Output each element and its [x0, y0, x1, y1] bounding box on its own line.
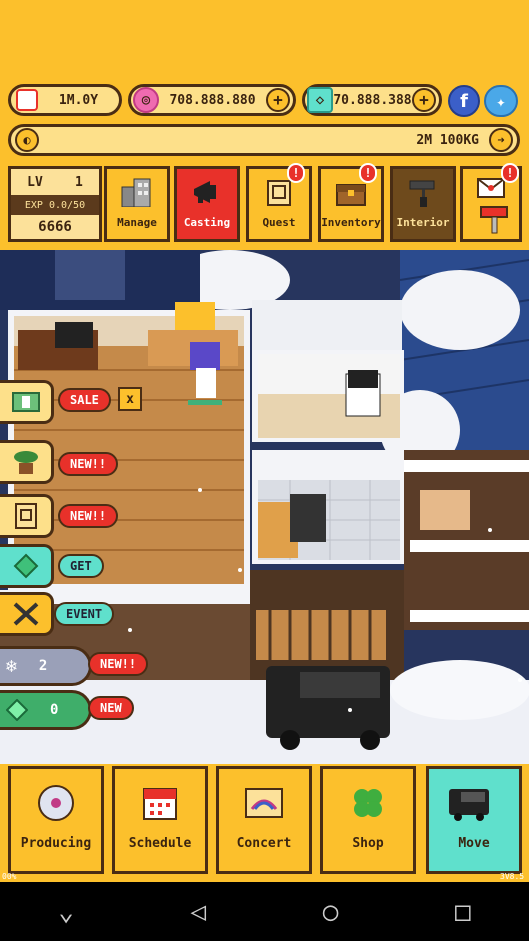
concert-button[interactable]: Concert	[216, 766, 312, 874]
arrow-right-icon[interactable]: ➜	[489, 128, 513, 152]
close-sale-button[interactable]: x	[118, 387, 142, 411]
add-gems-button[interactable]: +	[266, 88, 290, 112]
producing-label: Producing	[20, 836, 92, 851]
shop-button[interactable]: Shop	[320, 766, 416, 874]
inventory-alert-badge: !	[359, 163, 377, 183]
bottom-navigation: Producing Schedule Concert Shop Move	[0, 764, 529, 882]
exp-text: EXP 0.0/50	[11, 195, 99, 215]
level-label: LV	[27, 174, 43, 190]
shop-label: Shop	[352, 836, 384, 851]
megaphone-icon	[194, 181, 216, 203]
counter1-new-tag: NEW!!	[88, 652, 149, 676]
gem-side-button[interactable]	[0, 544, 54, 588]
paint-roller-icon	[409, 180, 435, 207]
calendar-icon	[16, 89, 38, 111]
schedule-button[interactable]: Schedule	[112, 766, 208, 874]
android-navigation-bar: ⌄ ◁ ○ □	[0, 882, 529, 941]
calendar-schedule-icon	[143, 788, 177, 820]
plant-side-button[interactable]	[0, 440, 54, 484]
sale-side-button[interactable]	[0, 380, 54, 424]
casting-button[interactable]: Casting	[174, 166, 240, 242]
money-icon	[11, 392, 40, 412]
event-tag[interactable]: EVENT	[54, 602, 115, 626]
crossed-swords-icon	[13, 602, 38, 626]
corner-right-text: 3V8.5	[500, 872, 525, 881]
snowflake-counter[interactable]: ❄ 2	[0, 646, 92, 686]
add-diamonds-button[interactable]: +	[412, 88, 436, 112]
player-level-box: LV 1 EXP 0.0/50 6666	[8, 166, 102, 242]
quest-button[interactable]: Quest !	[246, 163, 312, 242]
snowflake-icon: ❄	[6, 655, 17, 677]
date-value: 1M.0Y	[58, 92, 99, 108]
counter2-new-tag: NEW	[88, 696, 134, 720]
cd-icon	[38, 785, 74, 821]
manage-label: Manage	[117, 216, 157, 229]
inventory-label: Inventory	[321, 216, 381, 229]
gems-value: 708.888.880	[169, 92, 256, 108]
back-triangle-icon[interactable]: ◁	[191, 897, 207, 927]
inventory-button[interactable]: Inventory !	[318, 163, 384, 242]
buildings-icon	[121, 178, 151, 207]
new-tag-1: NEW!!	[58, 452, 119, 476]
diamonds-value: 70.888.388	[333, 92, 412, 108]
weight-value: 2M 100KG	[416, 132, 479, 148]
producing-button[interactable]: Producing	[8, 766, 104, 874]
gem-counter[interactable]: 0	[0, 690, 92, 730]
pink-gem-icon: ◎	[133, 87, 159, 113]
recents-square-icon[interactable]: □	[455, 897, 471, 927]
scroll-side-button[interactable]	[0, 494, 54, 538]
get-tag[interactable]: GET	[58, 554, 104, 578]
stage-icon	[245, 788, 283, 818]
quest-scroll-icon	[14, 503, 37, 529]
move-button[interactable]: Move	[426, 766, 522, 874]
date-pill[interactable]: 1M.0Y	[8, 84, 122, 116]
level-value: 1	[75, 174, 83, 190]
green-gem-icon	[13, 553, 38, 579]
diamonds-pill[interactable]: ◇ 70.888.388 +	[302, 84, 442, 116]
event-side-button[interactable]	[0, 592, 54, 636]
interior-button[interactable]: Interior	[390, 166, 456, 242]
clover-icon	[354, 789, 382, 817]
corner-left-text: 00%	[2, 872, 17, 881]
interior-label: Interior	[396, 216, 450, 229]
twitter-icon[interactable]: ✦	[484, 85, 518, 117]
back-chevron-icon[interactable]: ⌄	[58, 897, 74, 927]
gem-counter-icon	[6, 699, 28, 721]
mail-alert-badge: !	[501, 163, 519, 183]
sale-tag[interactable]: SALE	[58, 388, 111, 412]
concert-label: Concert	[236, 836, 292, 851]
snowflake-count: 2	[38, 658, 48, 674]
gem-count: 0	[50, 702, 59, 718]
facebook-icon[interactable]: f	[448, 85, 480, 117]
casting-label: Casting	[183, 216, 231, 229]
plant-icon	[13, 451, 38, 474]
diamond-icon: ◇	[307, 87, 333, 113]
weight-bar: ◐ 2M 100KG ➜	[8, 124, 520, 156]
gems-pill[interactable]: ◎ 708.888.880 +	[128, 84, 296, 116]
quest-label: Quest	[262, 216, 296, 229]
new-tag-2: NEW!!	[58, 504, 119, 528]
coins-value: 6666	[38, 219, 72, 235]
move-label: Move	[458, 836, 490, 851]
quest-alert-badge: !	[287, 163, 305, 183]
schedule-label: Schedule	[128, 836, 192, 851]
manage-button[interactable]: Manage	[104, 166, 170, 242]
home-circle-icon[interactable]: ○	[323, 897, 339, 927]
hammer-icon	[480, 206, 508, 234]
game-scene[interactable]: SALE x NEW!! NEW!! GET EVENT ❄ 2 NEW!! 0…	[0, 250, 529, 764]
van-icon	[448, 789, 489, 821]
mail-button[interactable]: !	[460, 163, 522, 242]
coin-icon: ◐	[15, 128, 39, 152]
